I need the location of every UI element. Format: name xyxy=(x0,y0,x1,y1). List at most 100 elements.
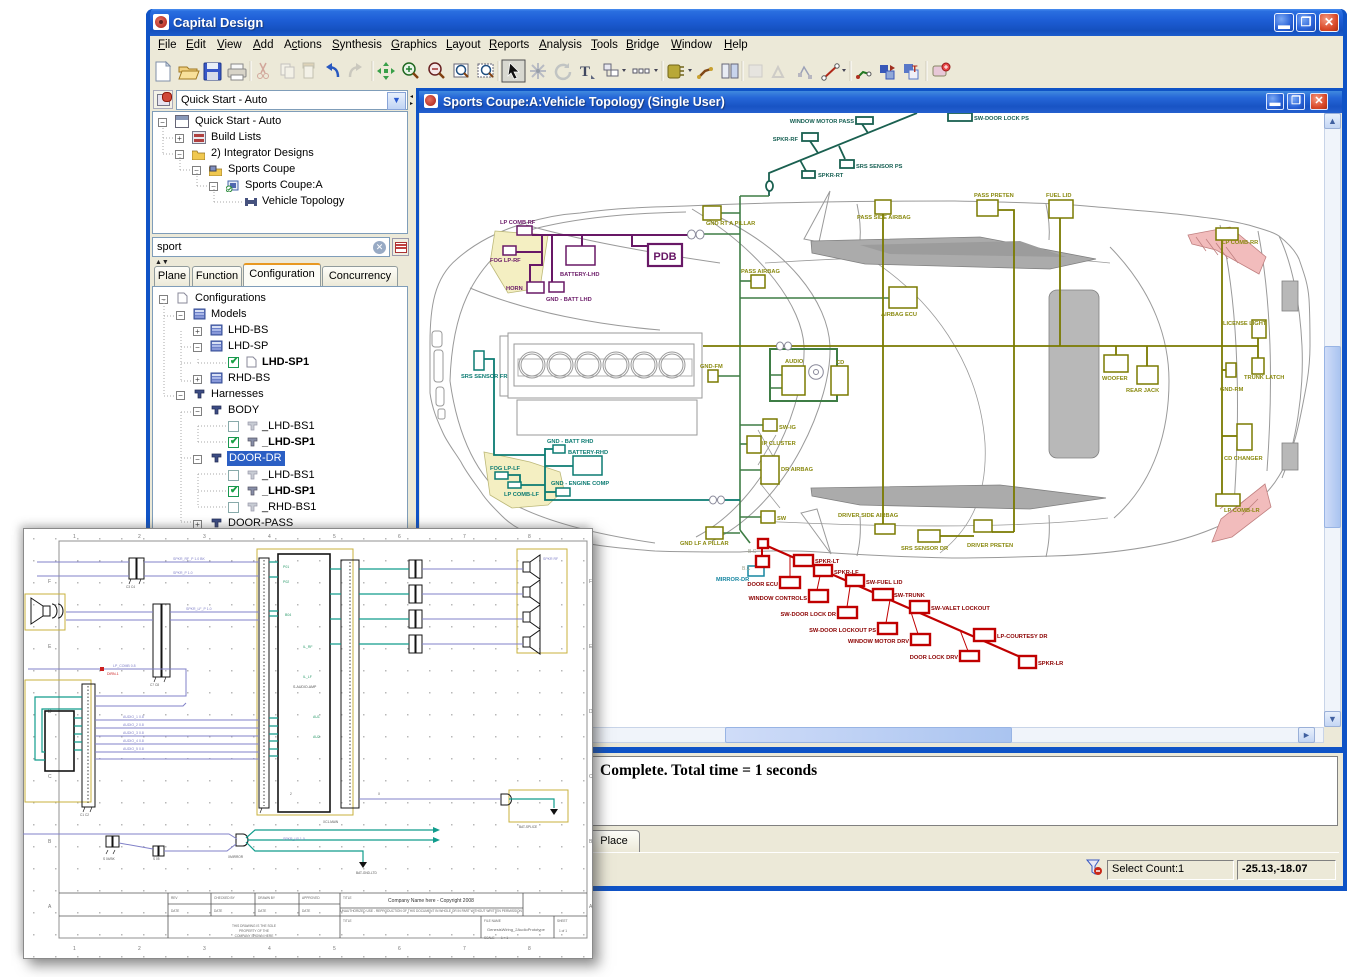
svg-text:B.C: B.C xyxy=(742,566,751,572)
svg-text:XC1-MAIN: XC1-MAIN xyxy=(323,820,339,824)
svg-text:6: 6 xyxy=(398,946,401,952)
svg-text:C3 C4: C3 C4 xyxy=(126,585,135,589)
svg-text:SPKR-LR: SPKR-LR xyxy=(1038,661,1063,667)
svg-text:BAT-GND-LTD: BAT-GND-LTD xyxy=(356,871,377,875)
svg-text:AU2: AU2 xyxy=(313,735,320,739)
svg-text:FOG LP-RF: FOG LP-RF xyxy=(490,258,521,264)
svg-text:LP COMB-RR: LP COMB-RR xyxy=(1222,240,1258,246)
svg-text:T: T xyxy=(580,64,590,80)
svg-text:DATE: DATE xyxy=(214,909,222,913)
svg-text:GND-RM: GND-RM xyxy=(1220,387,1244,393)
svg-text:7: 7 xyxy=(463,534,466,540)
svg-text:SW-IG: SW-IG xyxy=(779,425,797,431)
svg-text:1 = 1: 1 = 1 xyxy=(501,936,508,940)
svg-text:SPKR-RF: SPKR-RF xyxy=(773,137,799,143)
svg-text:SPKR_LR 1.0: SPKR_LR 1.0 xyxy=(283,837,305,841)
svg-text:4: 4 xyxy=(268,534,271,540)
svg-text:LP COMB-LR: LP COMB-LR xyxy=(1224,508,1260,514)
svg-text:C: C xyxy=(589,774,593,780)
svg-text:GND RT A PILLAR: GND RT A PILLAR xyxy=(706,221,755,227)
svg-text:GND-FM: GND-FM xyxy=(700,364,723,370)
svg-text:CHECKED BY: CHECKED BY xyxy=(214,896,236,900)
svg-text:REV: REV xyxy=(171,896,178,900)
svg-text:SCALE: SCALE xyxy=(484,936,494,940)
svg-text:AUDIO_2 0.8: AUDIO_2 0.8 xyxy=(123,723,144,727)
svg-text:TRUNK LATCH: TRUNK LATCH xyxy=(1244,375,1284,381)
svg-text:CD: CD xyxy=(836,360,844,366)
svg-text:AUDIO_4 0.8: AUDIO_4 0.8 xyxy=(123,739,144,743)
svg-text:APPROVED: APPROVED xyxy=(302,896,320,900)
svg-text:SPKR_LF_P 1.0: SPKR_LF_P 1.0 xyxy=(186,607,212,611)
svg-text:AU1: AU1 xyxy=(313,715,320,719)
svg-text:SPKR RF: SPKR RF xyxy=(543,557,558,561)
svg-text:DATE: DATE xyxy=(171,909,179,913)
svg-text:THIS DRAWING IS THE SOLE: THIS DRAWING IS THE SOLE xyxy=(232,924,276,928)
svg-text:SW: SW xyxy=(777,516,787,522)
svg-text:AUDIO_5 0.8: AUDIO_5 0.8 xyxy=(123,747,144,751)
svg-text:DOOR ECU: DOOR ECU xyxy=(747,582,778,588)
svg-text:1: 1 xyxy=(73,534,76,540)
svg-text:C7 C8: C7 C8 xyxy=(150,683,159,687)
svg-text:E: E xyxy=(589,644,593,650)
svg-text:S-AUDIO-AMP: S-AUDIO-AMP xyxy=(293,685,317,689)
svg-text:SRS SENSOR FR: SRS SENSOR FR xyxy=(461,374,507,380)
svg-text:MIRROR-DR: MIRROR-DR xyxy=(716,577,749,583)
svg-text:2: 2 xyxy=(138,534,141,540)
svg-text:LP COMB-LF: LP COMB-LF xyxy=(504,492,539,498)
svg-text:SW-DOOR LOCK PS: SW-DOOR LOCK PS xyxy=(974,116,1029,122)
svg-text:SRS SENSOR DR: SRS SENSOR DR xyxy=(901,546,948,552)
svg-text:BATTERY-LHD: BATTERY-LHD xyxy=(560,272,600,278)
svg-text:SPKR-RT: SPKR-RT xyxy=(818,173,844,179)
svg-text:AIRBAG ECU: AIRBAG ECU xyxy=(881,312,917,318)
svg-text:SW-TRUNK: SW-TRUNK xyxy=(894,593,926,599)
svg-text:8: 8 xyxy=(528,946,531,952)
svg-text:SW-FUEL LID: SW-FUEL LID xyxy=(866,580,902,586)
svg-text:FOG LP-LF: FOG LP-LF xyxy=(490,466,521,472)
svg-text:PASS AIRBAG: PASS AIRBAG xyxy=(741,269,780,275)
svg-text:3: 3 xyxy=(203,946,206,952)
svg-text:4: 4 xyxy=(268,946,271,952)
svg-text:GND - ENGINE COMP: GND - ENGINE COMP xyxy=(551,481,609,487)
svg-text:SPKR_RF_P 1.0 BK: SPKR_RF_P 1.0 BK xyxy=(173,557,206,561)
svg-text:WOOFER: WOOFER xyxy=(1102,376,1128,382)
svg-text:DRIVER PRETEN: DRIVER PRETEN xyxy=(967,543,1013,549)
svg-text:Company Name here - Copyright: Company Name here - Copyright 2008 xyxy=(388,898,474,904)
svg-text:5: 5 xyxy=(333,946,336,952)
svg-text:F: F xyxy=(48,579,51,585)
svg-text:DATE: DATE xyxy=(302,909,310,913)
svg-text:7: 7 xyxy=(463,946,466,952)
svg-text:WINDOW MOTOR PASS: WINDOW MOTOR PASS xyxy=(790,119,854,125)
svg-text:SPKR_P 1.0: SPKR_P 1.0 xyxy=(173,571,193,575)
svg-text:LP COMB RF: LP COMB RF xyxy=(500,220,536,226)
svg-text:WINDOW MOTOR DRV: WINDOW MOTOR DRV xyxy=(848,639,909,645)
svg-text:GND - BATT LHD: GND - BATT LHD xyxy=(546,297,592,303)
svg-text:6: 6 xyxy=(398,534,401,540)
svg-text:PASS SIDE AIRBAG: PASS SIDE AIRBAG xyxy=(857,215,911,221)
svg-text:BATTERY-RHD: BATTERY-RHD xyxy=(568,450,608,456)
svg-text:IL_LF: IL_LF xyxy=(303,675,312,679)
svg-text:C: C xyxy=(48,774,52,780)
svg-text:DR AIRBAG: DR AIRBAG xyxy=(781,467,814,473)
svg-text:DOOR LOCK DRV: DOOR LOCK DRV xyxy=(910,655,958,661)
svg-text:AUDIO_3 0.8: AUDIO_3 0.8 xyxy=(123,731,144,735)
svg-text:AUDIO: AUDIO xyxy=(785,359,804,365)
svg-text:2: 2 xyxy=(138,946,141,952)
svg-text:GND - BATT RHD: GND - BATT RHD xyxy=(547,439,593,445)
svg-text:SRS SENSOR PS: SRS SENSOR PS xyxy=(856,164,903,170)
svg-text:PASS PRETEN: PASS PRETEN xyxy=(974,193,1014,199)
svg-text:DIRN-1: DIRN-1 xyxy=(107,672,119,676)
svg-text:FUEL LID: FUEL LID xyxy=(1046,193,1072,199)
svg-text:IL_RF: IL_RF xyxy=(303,645,313,649)
svg-text:REAR JACK: REAR JACK xyxy=(1126,388,1160,394)
svg-text:1: 1 xyxy=(73,946,76,952)
svg-text:CD CHANGER: CD CHANGER xyxy=(1224,456,1263,462)
svg-text:WINDOW CONTROLS: WINDOW CONTROLS xyxy=(749,596,808,602)
svg-text:1 of 1: 1 of 1 xyxy=(559,929,567,933)
svg-text:S 05: S 05 xyxy=(153,857,160,861)
svg-text:3: 3 xyxy=(203,534,206,540)
svg-text:D: D xyxy=(48,709,52,715)
svg-text:LICENSE LIGHT: LICENSE LIGHT xyxy=(1223,321,1267,327)
svg-text:LP-COURTESY DR: LP-COURTESY DR xyxy=(997,634,1047,640)
svg-text:XMIRROR: XMIRROR xyxy=(228,855,244,859)
svg-text:IP CLUSTER: IP CLUSTER xyxy=(762,441,796,447)
